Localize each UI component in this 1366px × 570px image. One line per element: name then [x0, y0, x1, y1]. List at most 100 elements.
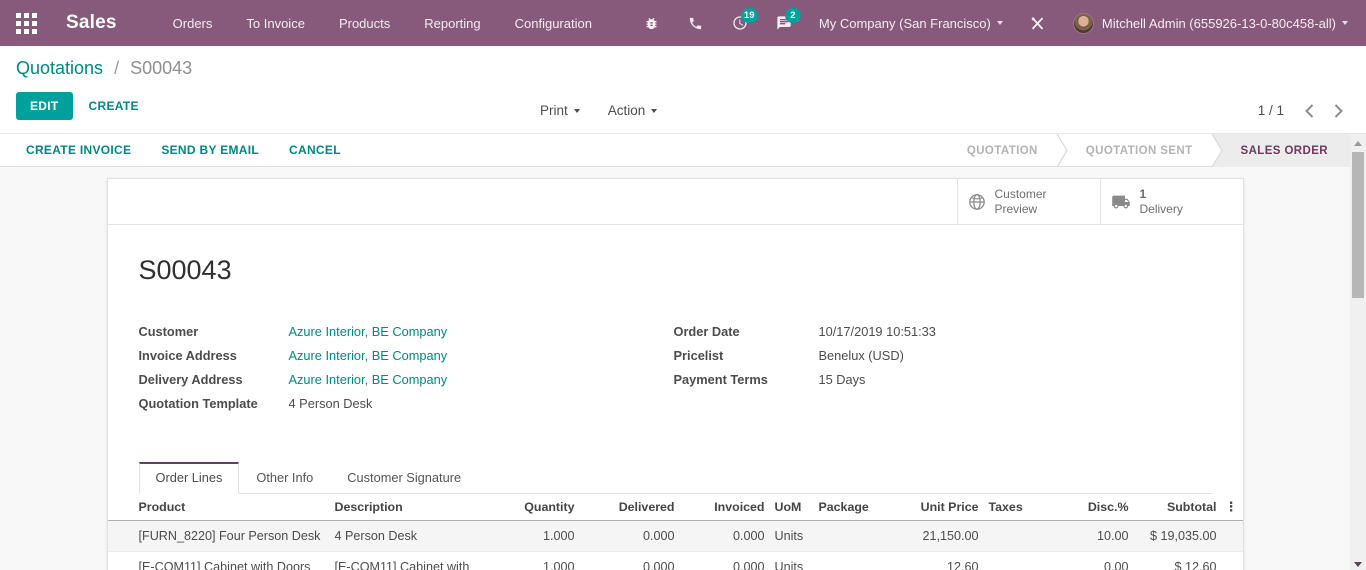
control-panel-center: Print Action	[540, 103, 658, 118]
tab-other-info[interactable]: Other Info	[239, 462, 330, 494]
content-area: Customer Preview 1 Delivery S00043 Custo…	[0, 167, 1350, 570]
phone-icon[interactable]	[687, 14, 705, 32]
navbar: Sales Orders To Invoice Products Reporti…	[0, 0, 1366, 46]
create-button[interactable]: CREATE	[89, 99, 139, 113]
statusbar: CREATE INVOICE SEND BY EMAIL CANCEL QUOT…	[0, 133, 1366, 167]
customer-link[interactable]: Azure Interior, BE Company	[289, 324, 448, 339]
field-label: Order Date	[673, 324, 740, 339]
print-dropdown[interactable]: Print	[540, 103, 580, 118]
table-row[interactable]: [E-COM11] Cabinet with Doors [E-COM11] C…	[107, 551, 1243, 570]
kebab-options-icon[interactable]: ⋮	[1225, 500, 1238, 513]
cell-unit-price: 21,150.00	[922, 529, 979, 543]
menu-reporting[interactable]: Reporting	[424, 16, 480, 31]
page: Sales Orders To Invoice Products Reporti…	[0, 0, 1366, 570]
chevron-right-icon[interactable]	[1334, 103, 1344, 118]
tab-customer-signature[interactable]: Customer Signature	[330, 462, 478, 494]
scroll-up-icon[interactable]	[1354, 141, 1362, 146]
menu-to-invoice[interactable]: To Invoice	[246, 16, 305, 31]
field-group: Customer Azure Interior, BE Company Invo…	[139, 324, 1212, 420]
company-switcher[interactable]: My Company (San Francisco)	[819, 16, 1003, 31]
payment-terms-value: 15 Days	[818, 372, 866, 387]
step-quotation[interactable]: QUOTATION	[949, 134, 1056, 167]
cell-disc: 10.00	[1096, 529, 1129, 543]
form-sheet: Customer Preview 1 Delivery S00043 Custo…	[106, 178, 1244, 570]
pricelist-value: Benelux (USD)	[818, 348, 904, 363]
tools-icon[interactable]	[1029, 14, 1047, 32]
table-row[interactable]: [FURN_8220] Four Person Desk 4 Person De…	[107, 520, 1243, 552]
menu-products[interactable]: Products	[339, 16, 390, 31]
customer-preview-button[interactable]: Customer Preview	[956, 179, 1100, 224]
breadcrumb-current: S00043	[130, 58, 193, 78]
tab-order-lines[interactable]: Order Lines	[138, 462, 240, 494]
delivery-count: 1	[1139, 187, 1147, 202]
scrollbar-thumb[interactable]	[1352, 152, 1364, 298]
cell-spacer	[1222, 551, 1243, 570]
field-label: Pricelist	[673, 348, 724, 363]
apps-grid-icon	[15, 12, 37, 34]
cancel-button[interactable]: CANCEL	[289, 143, 341, 157]
cell-unit-price: 12.60	[904, 551, 985, 570]
systray: 19 2 My Company (San Francisco) Mitchell…	[643, 8, 1348, 34]
field-label: Invoice Address	[138, 348, 237, 363]
cell-delivered: 0.000	[580, 551, 681, 570]
field-label: Payment Terms	[673, 372, 768, 387]
send-by-email-button[interactable]: SEND BY EMAIL	[161, 143, 259, 157]
field-label: Delivery Address	[138, 372, 243, 387]
col-header-disc: Disc.%	[1050, 494, 1135, 521]
chevron-left-icon[interactable]	[1304, 103, 1314, 118]
col-header-taxes: Taxes	[984, 494, 1051, 521]
cell-uom: Units	[774, 529, 804, 543]
apps-menu-button[interactable]	[14, 11, 38, 35]
status-steps: QUOTATION QUOTATION SENT SALES ORDER	[949, 134, 1350, 167]
col-header-quantity: Quantity	[500, 494, 581, 521]
action-dropdown[interactable]: Action	[608, 103, 658, 118]
cell-package	[814, 551, 905, 570]
step-sales-order[interactable]: SALES ORDER	[1222, 134, 1350, 167]
field-label: Customer	[138, 324, 199, 339]
breadcrumb: Quotations / S00043	[16, 58, 1366, 79]
truck-icon	[1111, 194, 1131, 210]
field-payment-terms: Payment Terms 15 Days	[674, 372, 1212, 396]
stat-button-text: 1 Delivery	[1140, 187, 1183, 216]
menu-configuration[interactable]: Configuration	[515, 16, 592, 31]
globe-icon	[968, 193, 986, 211]
fields-right-column: Order Date 10/17/2019 10:51:33 Pricelist…	[674, 324, 1212, 420]
breadcrumb-quotations-link[interactable]: Quotations	[16, 58, 103, 78]
messages-chat-icon[interactable]: 2	[775, 8, 801, 32]
caret-down-icon	[651, 108, 658, 113]
cell-package	[815, 521, 905, 552]
invoice-address-link[interactable]: Azure Interior, BE Company	[289, 348, 448, 363]
statusbar-buttons: CREATE INVOICE SEND BY EMAIL CANCEL	[26, 143, 341, 157]
sheet-body: S00043 Customer Azure Interior, BE Compa…	[107, 255, 1243, 570]
caret-down-icon	[996, 21, 1003, 25]
main-menu: Orders To Invoice Products Reporting Con…	[173, 16, 592, 31]
edit-button[interactable]: EDIT	[16, 92, 73, 120]
delivery-address-link[interactable]: Azure Interior, BE Company	[289, 372, 448, 387]
col-header-product: Product	[107, 494, 331, 521]
vertical-scrollbar[interactable]	[1350, 134, 1366, 570]
step-arrow-icon	[1056, 134, 1068, 167]
activities-clock-icon[interactable]: 19	[731, 8, 758, 32]
delivery-button[interactable]: 1 Delivery	[1099, 179, 1243, 224]
cell-quantity: 1.000	[500, 551, 581, 570]
user-menu[interactable]: Mitchell Admin (655926-13-0-80c458-all)	[1072, 12, 1348, 34]
pager: 1 / 1	[1258, 103, 1344, 118]
pager-value[interactable]: 1 / 1	[1258, 103, 1284, 118]
scroll-down-icon[interactable]	[1354, 562, 1362, 567]
cell-taxes	[985, 521, 1051, 552]
menu-orders[interactable]: Orders	[173, 16, 213, 31]
field-delivery-address: Delivery Address Azure Interior, BE Comp…	[139, 372, 674, 396]
app-brand[interactable]: Sales	[66, 12, 117, 34]
cell-quantity: 1.000	[542, 529, 575, 543]
cell-disc: 0.00	[1050, 551, 1135, 570]
page-title: S00043	[138, 255, 232, 285]
col-header-unit-price: Unit Price	[904, 494, 985, 521]
activities-count-badge: 19	[740, 8, 758, 23]
notebook-tabs: Order Lines Other Info Customer Signatur…	[138, 462, 1212, 494]
step-quotation-sent[interactable]: QUOTATION SENT	[1068, 134, 1211, 167]
field-label: Quotation Template	[138, 396, 258, 411]
debug-bug-icon[interactable]	[643, 14, 661, 32]
field-invoice-address: Invoice Address Azure Interior, BE Compa…	[139, 348, 674, 372]
create-invoice-button[interactable]: CREATE INVOICE	[26, 143, 131, 157]
cell-description: 4 Person Desk	[334, 529, 418, 543]
